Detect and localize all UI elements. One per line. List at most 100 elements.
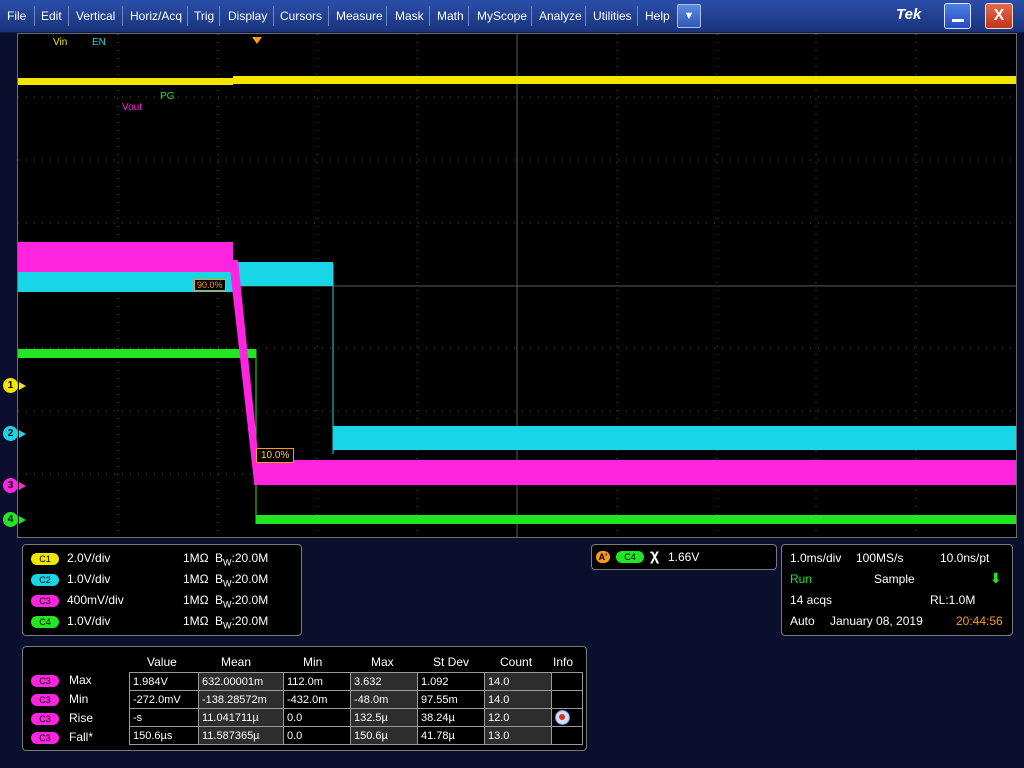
chevron-down-icon[interactable]: ▼ (677, 4, 701, 28)
trigger-mode-badge: A' (596, 551, 610, 563)
ch3-marker[interactable]: 3 (3, 478, 18, 493)
table-row[interactable]: -272.0mV -138.28572m -432.0m -48.0m 97.5… (129, 690, 583, 709)
ch2-waveform (233, 262, 333, 286)
ch4-marker[interactable]: 4 (3, 512, 18, 527)
meas-row-name[interactable]: Min (69, 692, 88, 706)
meas-row-badge[interactable]: C3 (31, 675, 59, 687)
measurement-table: 1.984V 632.00001m 112.0m 3.632 1.092 14.… (129, 672, 583, 745)
menu-separator (429, 6, 430, 26)
ch3-arrow-icon (19, 482, 26, 490)
meas-row-name[interactable]: Max (69, 673, 92, 687)
ch1-marker[interactable]: 1 (3, 378, 18, 393)
menu-myscope[interactable]: MyScope (477, 0, 527, 32)
run-indicator-icon: ⬇ (990, 570, 1002, 586)
meas-header-mean: Mean (221, 655, 252, 669)
table-row[interactable]: 150.6µs 11.587365µ 0.0 150.6µ 41.78µ 13.… (129, 726, 583, 745)
c1-impedance: 1MΩ (183, 551, 209, 565)
c2-bandwidth: BW:20.0M (215, 572, 269, 589)
pg-label: PG (160, 91, 175, 102)
menu-trig[interactable]: Trig (194, 0, 214, 32)
meas-min: -432.0m (283, 690, 351, 709)
en-label: EN (92, 37, 106, 48)
meas-max: 132.5µ (350, 708, 418, 727)
c4-scale[interactable]: 1.0V/div (67, 614, 110, 628)
ch2-waveform (333, 426, 1016, 450)
menu-mask[interactable]: Mask (395, 0, 424, 32)
menu-separator (585, 6, 586, 26)
acq-date: January 08, 2019 (830, 614, 923, 628)
acq-count: 14 acqs (790, 593, 833, 607)
meas-header-min: Min (303, 655, 323, 669)
trigger-mode: Auto (790, 614, 815, 628)
info-icon[interactable] (555, 710, 570, 725)
meas-count: 14.0 (484, 672, 552, 691)
c3-scale[interactable]: 400mV/div (67, 593, 124, 607)
c1-badge[interactable]: C1 (31, 553, 59, 565)
meas-stdev: 1.092 (417, 672, 485, 691)
acq-state: Run (790, 572, 813, 586)
c2-badge[interactable]: C2 (31, 574, 59, 586)
meas-info (551, 726, 583, 745)
meas-header-stdev: St Dev (433, 655, 470, 669)
menu-utilities[interactable]: Utilities (593, 0, 632, 32)
meas-mean: 11.041711µ (198, 708, 284, 727)
meas-row-badge[interactable]: C3 (31, 713, 59, 725)
menu-separator (273, 6, 274, 26)
c3-bandwidth: BW:20.0M (215, 593, 269, 610)
menu-horiz-acq[interactable]: Horiz/Acq (130, 0, 182, 32)
meas-count: 14.0 (484, 690, 552, 709)
ch3-waveform (254, 460, 1016, 485)
trigger-position-icon[interactable] (252, 37, 262, 44)
c4-badge[interactable]: C4 (31, 616, 59, 628)
menu-separator (187, 6, 188, 26)
ch2-arrow-icon (19, 430, 26, 438)
menu-measure[interactable]: Measure (336, 0, 383, 32)
meas-row-name[interactable]: Fall* (69, 730, 93, 744)
meas-info (551, 708, 583, 727)
menu-file[interactable]: File (7, 0, 26, 32)
menu-vertical[interactable]: Vertical (76, 0, 115, 32)
meas-row-badge[interactable]: C3 (31, 732, 59, 744)
menu-separator (34, 6, 35, 26)
vout-label: Vout (122, 102, 143, 113)
c2-impedance: 1MΩ (183, 572, 209, 586)
ref-10-label: 10.0% (256, 448, 295, 463)
meas-row-name[interactable]: Rise (69, 711, 93, 725)
ch2-marker[interactable]: 2 (3, 426, 18, 441)
ref-90-label: 90.0% (194, 279, 226, 291)
menu-analyze[interactable]: Analyze (539, 0, 582, 32)
timebase: 1.0ms/div (790, 551, 842, 565)
meas-header-info: Info (553, 655, 574, 669)
vin-label: Vin (53, 37, 68, 48)
meas-value: 150.6µs (129, 726, 199, 745)
waveform-display[interactable]: Vin EN PG Vout 90.0% 10.0% (17, 33, 1017, 538)
table-row[interactable]: 1.984V 632.00001m 112.0m 3.632 1.092 14.… (129, 672, 583, 691)
meas-min: 0.0 (283, 708, 351, 727)
acq-time: 20:44:56 (956, 614, 1003, 628)
meas-value: -s (129, 708, 199, 727)
minimize-button[interactable] (944, 3, 971, 29)
meas-row-badge[interactable]: C3 (31, 694, 59, 706)
trigger-readout[interactable]: A' C4 χ 1.66V (591, 544, 777, 570)
c2-scale[interactable]: 1.0V/div (67, 572, 110, 586)
meas-info (551, 690, 583, 709)
close-button[interactable]: X (985, 3, 1013, 29)
waveform-canvas (18, 34, 1016, 537)
measurement-panel: Value Mean Min Max St Dev Count Info C3 … (22, 646, 587, 751)
menu-edit[interactable]: Edit (41, 0, 62, 32)
meas-stdev: 97.55m (417, 690, 485, 709)
menu-display[interactable]: Display (228, 0, 267, 32)
menu-cursors[interactable]: Cursors (280, 0, 322, 32)
c3-impedance: 1MΩ (183, 593, 209, 607)
menu-math[interactable]: Math (437, 0, 464, 32)
menu-help[interactable]: Help (645, 0, 670, 32)
ch1-arrow-icon (19, 382, 26, 390)
meas-max: -48.0m (350, 690, 418, 709)
c1-scale[interactable]: 2.0V/div (67, 551, 110, 565)
c4-bandwidth: BW:20.0M (215, 614, 269, 631)
meas-max: 150.6µ (350, 726, 418, 745)
ch1-waveform (18, 78, 233, 85)
c3-badge[interactable]: C3 (31, 595, 59, 607)
acquisition-panel[interactable]: 1.0ms/div 100MS/s 10.0ns/pt Run Sample ⬇… (781, 544, 1013, 636)
table-row[interactable]: -s 11.041711µ 0.0 132.5µ 38.24µ 12.0 (129, 708, 583, 727)
